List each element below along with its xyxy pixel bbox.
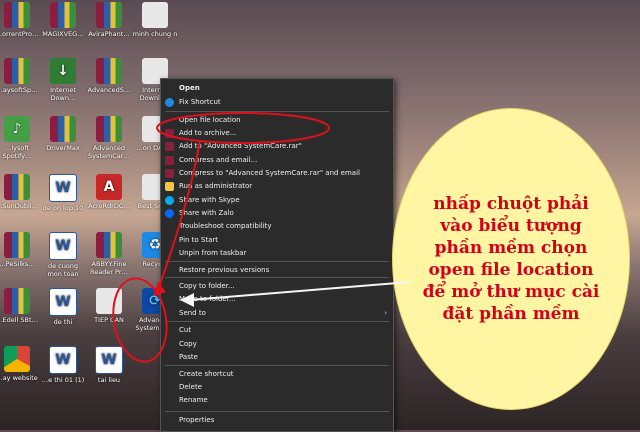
arrow-from-callout	[189, 281, 411, 301]
highlight-open-file-location	[156, 112, 330, 144]
arrow-to-icon	[157, 139, 201, 291]
annotation-overlay	[112, 112, 411, 363]
arrow-head-callout	[180, 293, 194, 307]
highlight-selected-icon	[112, 277, 168, 363]
